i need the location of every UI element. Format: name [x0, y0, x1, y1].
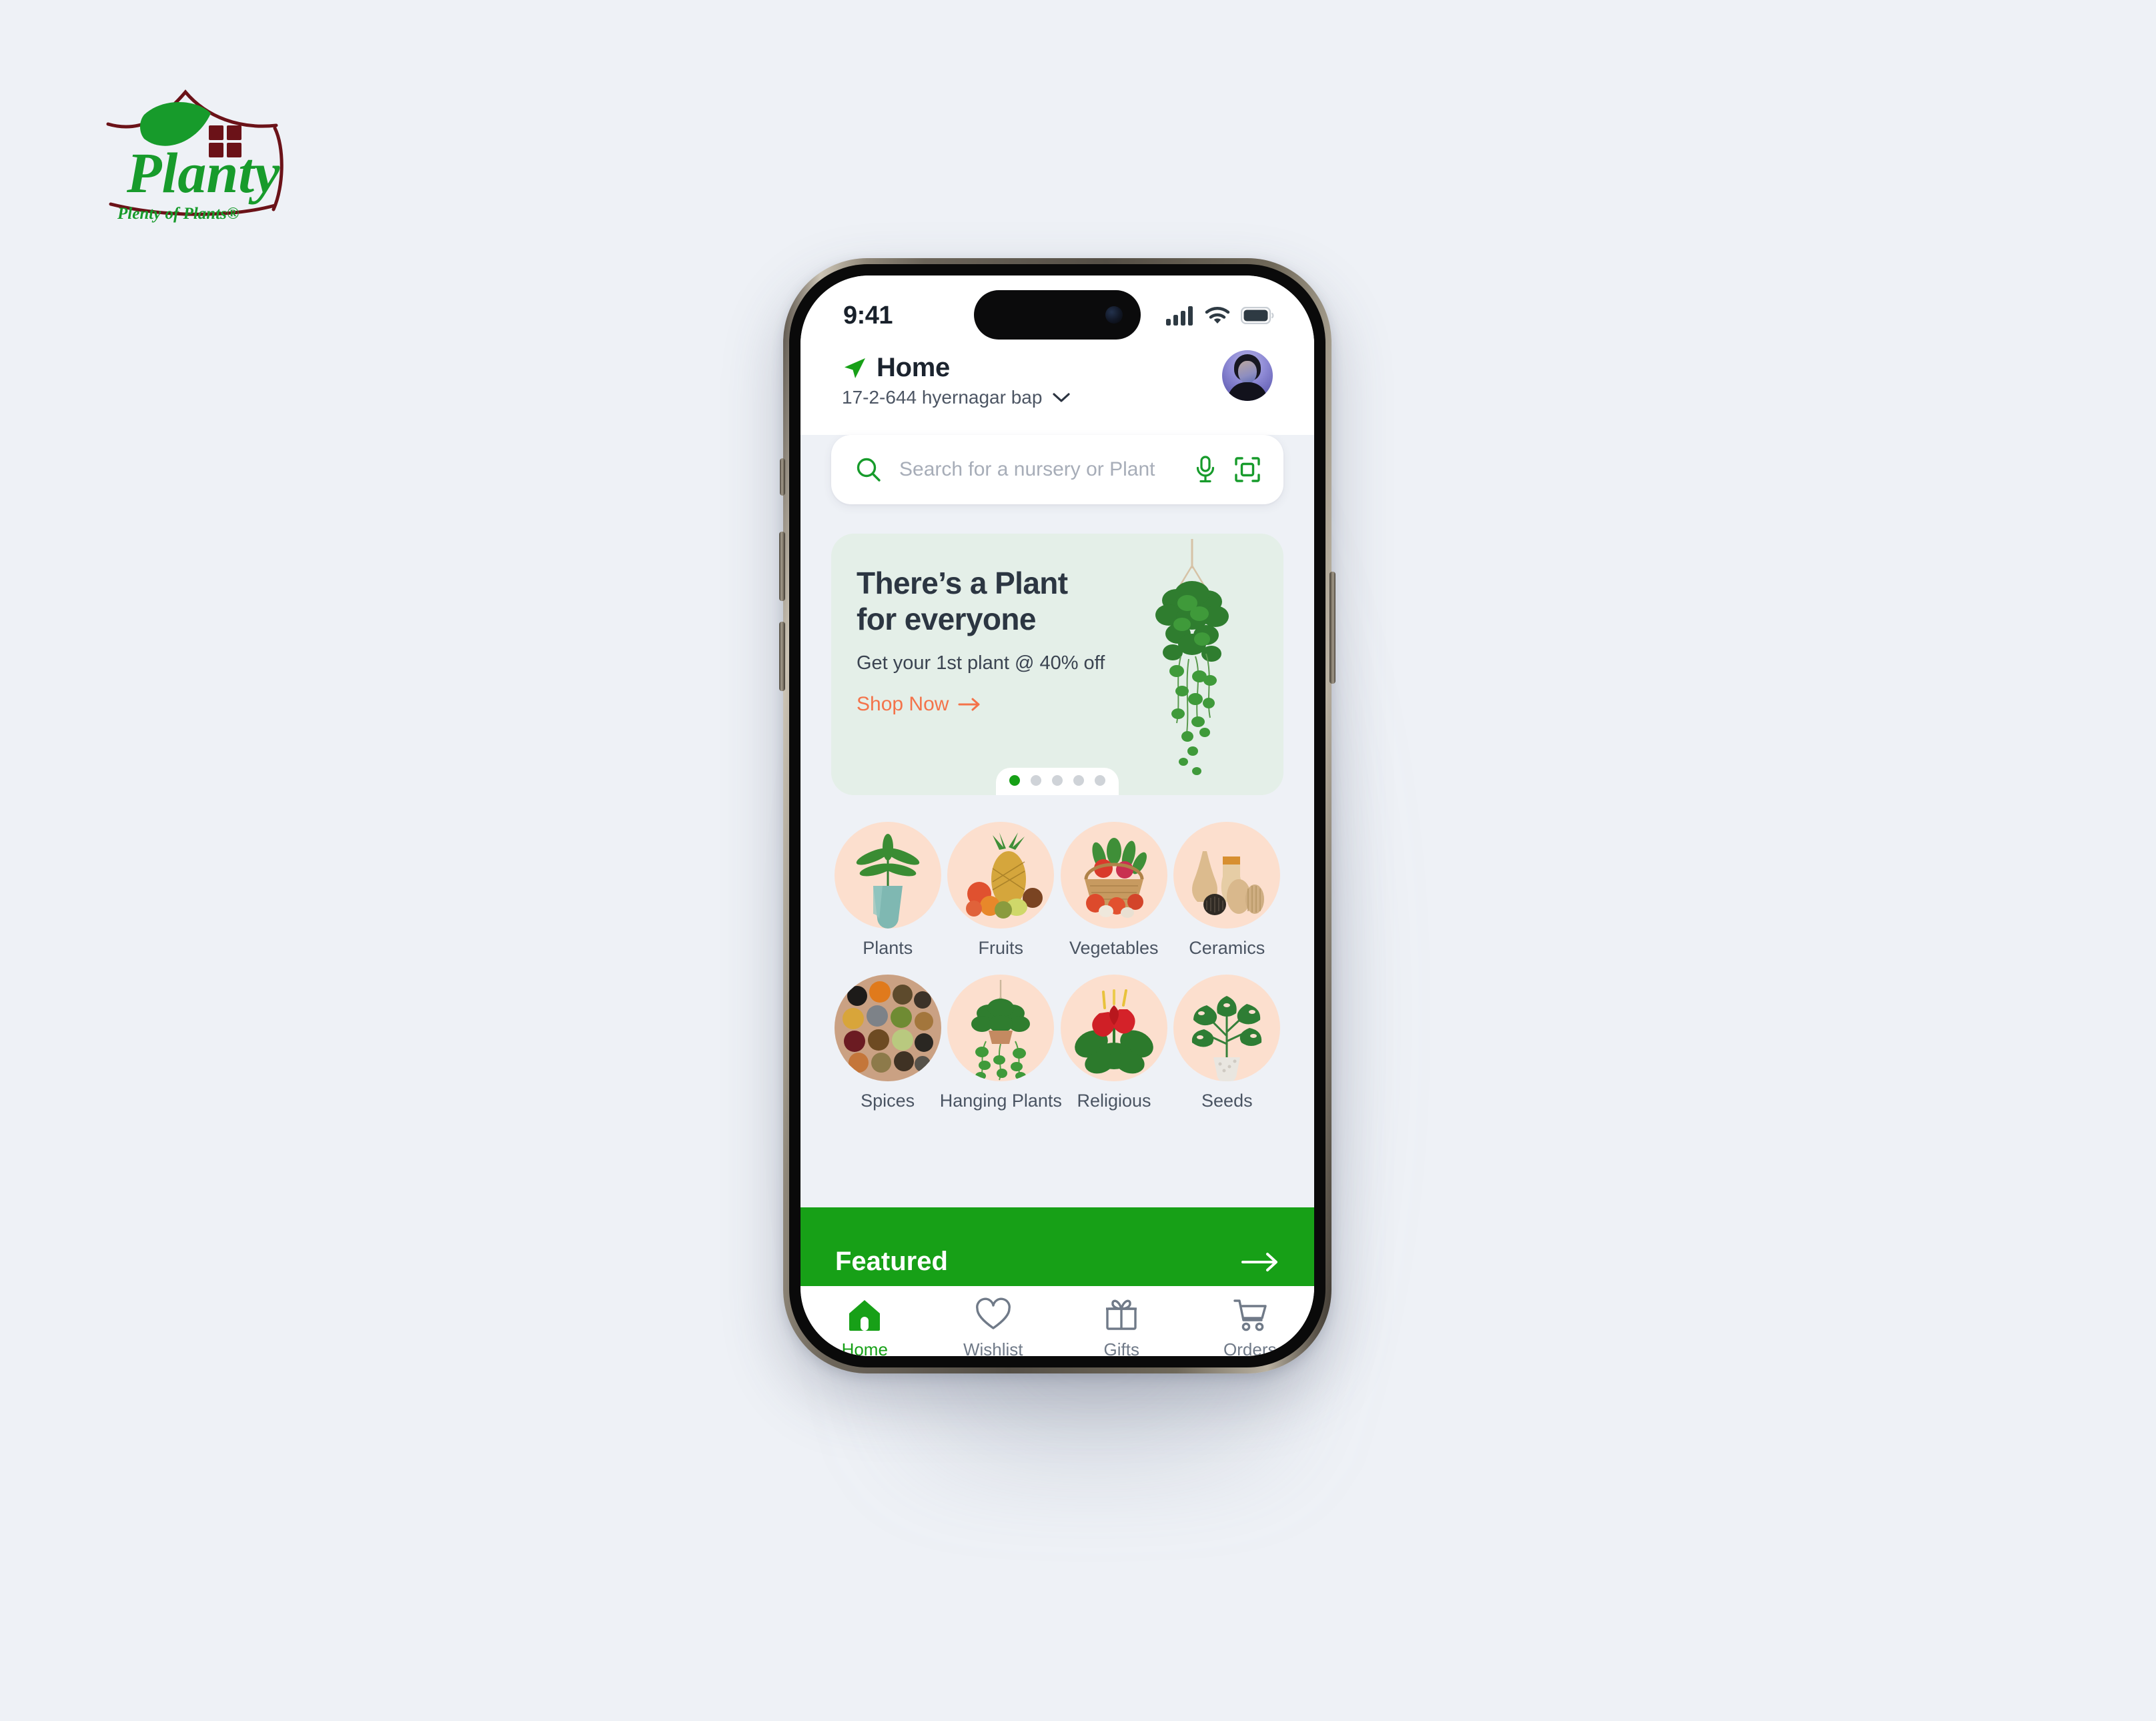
avatar-face [1238, 361, 1257, 384]
silent-switch[interactable] [780, 458, 785, 496]
carousel-dot-2[interactable] [1031, 775, 1041, 786]
status-indicators [1166, 306, 1274, 326]
category-row-2: Spices Hanging Plants Religious Seeds [831, 975, 1283, 1111]
hanging-plant-icon [947, 975, 1055, 1081]
avatar-body [1227, 382, 1267, 401]
hero-title: There’s a Plant for everyone [857, 566, 1163, 638]
scan-icon[interactable] [1234, 456, 1261, 483]
app-content: There’s a Plant for everyone Get your 1s… [800, 435, 1314, 1286]
category-label: Plants [863, 938, 913, 958]
hero-subtitle: Get your 1st plant @ 40% off [857, 652, 1105, 674]
potted-plant-icon [834, 822, 941, 929]
category-row-1: Plants Fruits Vegetables Ceramics [831, 822, 1283, 959]
category-label: Spices [861, 1091, 915, 1111]
status-clock: 9:41 [843, 301, 893, 330]
nav-label: Orders [1223, 1339, 1277, 1356]
shopping-cart-icon [1233, 1299, 1267, 1331]
category-item-vegetables[interactable]: Vegetables [1057, 822, 1171, 959]
nav-label: Gifts [1103, 1339, 1139, 1356]
search-icon [857, 458, 881, 482]
logo-tagline: Plenty of Plants® [117, 205, 239, 223]
location-block[interactable]: Home 17-2-644 hyernagar bap [842, 350, 1071, 408]
carousel-dot-5[interactable] [1095, 775, 1105, 786]
nav-item-wishlist[interactable]: Wishlist [929, 1297, 1058, 1356]
nav-label: Wishlist [963, 1339, 1023, 1356]
featured-section[interactable]: Featured [800, 1207, 1314, 1286]
hero-text-block: There’s a Plant for everyone Get your 1s… [857, 566, 1163, 716]
arrow-right-icon[interactable] [1241, 1250, 1279, 1273]
category-label: Religious [1077, 1091, 1151, 1111]
battery-full-icon [1241, 307, 1274, 324]
featured-title: Featured [835, 1246, 948, 1276]
category-grid: Plants Fruits Vegetables Ceramics Spices… [831, 822, 1283, 1111]
shop-now-button[interactable]: Shop Now [857, 693, 982, 716]
search-input[interactable] [899, 458, 1177, 481]
page-title: Home [877, 353, 950, 382]
chevron-down-icon[interactable] [1051, 391, 1071, 404]
hero-title-line-2: for everyone [857, 601, 1037, 636]
category-item-seeds[interactable]: Seeds [1171, 975, 1283, 1111]
address-text: 17-2-644 hyernagar bap [842, 387, 1042, 408]
carousel-dot-4[interactable] [1073, 775, 1084, 786]
avatar[interactable] [1222, 350, 1273, 401]
power-button[interactable] [1329, 572, 1335, 684]
carousel-dot-3[interactable] [1052, 775, 1063, 786]
category-item-plants[interactable]: Plants [831, 822, 945, 959]
nav-item-home[interactable]: Home [800, 1297, 929, 1356]
category-item-hanging-plants[interactable]: Hanging Plants [940, 975, 1062, 1111]
vegetable-basket-icon [1060, 822, 1167, 929]
category-item-religious[interactable]: Religious [1057, 975, 1170, 1111]
anthurium-flower-icon [1060, 975, 1167, 1081]
category-label: Fruits [978, 938, 1024, 958]
category-label: Seeds [1201, 1091, 1253, 1111]
gift-icon [1106, 1299, 1137, 1330]
cellular-signal-icon [1166, 306, 1193, 326]
bottom-navigation: Home Wishlist Gifts Orders [800, 1286, 1314, 1356]
monstera-plant-icon [1173, 975, 1281, 1081]
home-icon [849, 1300, 881, 1331]
arrow-right-icon [958, 698, 980, 711]
carousel-dot-1[interactable] [1009, 775, 1020, 786]
microphone-icon[interactable] [1194, 456, 1217, 484]
category-label: Ceramics [1189, 938, 1265, 958]
logo-leaf-icon [140, 101, 211, 146]
volume-up-button[interactable] [779, 532, 785, 601]
category-item-ceramics[interactable]: Ceramics [1171, 822, 1284, 959]
phone-bezel: 9:41 Home 17-2-644 hyernagar bap Search … [789, 264, 1325, 1367]
category-item-spices[interactable]: Spices [831, 975, 944, 1111]
phone-screen: 9:41 Home 17-2-644 hyernagar bap Search … [800, 275, 1314, 1356]
hero-title-line-1: There’s a Plant [857, 566, 1068, 600]
phone-frame: 9:41 Home 17-2-644 hyernagar bap Search … [779, 258, 1335, 1373]
logo-wordmark: Planty [126, 141, 280, 205]
planty-logo: Planty Plenty of Plants® [100, 85, 284, 236]
search-bar[interactable] [831, 435, 1283, 504]
nav-label: Home [841, 1339, 888, 1356]
heart-icon [975, 1297, 1011, 1329]
nav-item-gifts[interactable]: Gifts [1057, 1297, 1186, 1356]
category-label: Hanging Plants [939, 1091, 1062, 1111]
hanging-pothos-plant-image [1155, 539, 1229, 775]
category-item-fruits[interactable]: Fruits [945, 822, 1058, 959]
spices-tray-icon [834, 975, 941, 1081]
volume-down-button[interactable] [779, 622, 785, 691]
status-bar: 9:41 [800, 275, 1314, 346]
carousel-dots[interactable] [996, 768, 1119, 795]
wifi-icon [1205, 307, 1230, 324]
dynamic-island [974, 290, 1141, 340]
fruits-icon [947, 822, 1055, 929]
location-arrow-icon [845, 358, 865, 378]
ceramic-vases-icon [1173, 822, 1281, 929]
category-label: Vegetables [1069, 938, 1159, 958]
app-header: Home 17-2-644 hyernagar bap [800, 346, 1314, 423]
shop-now-label: Shop Now [857, 692, 949, 715]
front-camera-icon [1105, 306, 1123, 324]
hero-banner[interactable]: There’s a Plant for everyone Get your 1s… [831, 534, 1283, 795]
nav-item-orders[interactable]: Orders [1186, 1297, 1315, 1356]
